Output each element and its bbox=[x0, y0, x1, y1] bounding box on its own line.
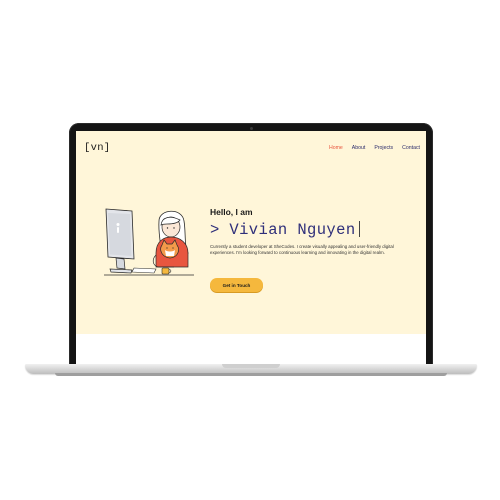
nav-item-home[interactable]: Home bbox=[329, 145, 343, 151]
nav-item-contact[interactable]: Contact bbox=[402, 145, 420, 151]
get-in-touch-button[interactable]: Get in Touch bbox=[210, 278, 263, 292]
hero-name-text: > Vivian Nguyen bbox=[210, 221, 356, 239]
laptop-base-shadow bbox=[55, 373, 447, 376]
laptop-notch bbox=[222, 364, 280, 368]
nav-item-about[interactable]: About bbox=[352, 145, 366, 151]
laptop-screen: [vn] Home About Projects Contact Hello, … bbox=[76, 131, 426, 364]
nav-bar: Home About Projects Contact bbox=[329, 145, 420, 151]
hero-description: Currently a student developer at SheCode… bbox=[210, 244, 394, 256]
nav-item-projects[interactable]: Projects bbox=[374, 145, 393, 151]
hero-greeting: Hello, I am bbox=[210, 207, 253, 217]
site-logo[interactable]: [vn] bbox=[84, 142, 110, 154]
portfolio-page: [vn] Home About Projects Contact Hello, … bbox=[76, 131, 426, 334]
typing-cursor bbox=[358, 221, 360, 237]
camera-icon bbox=[249, 127, 253, 130]
laptop-mockup: [vn] Home About Projects Contact Hello, … bbox=[0, 0, 500, 500]
person-at-computer-illustration bbox=[104, 208, 194, 276]
hero-name: > Vivian Nguyen bbox=[210, 221, 360, 239]
